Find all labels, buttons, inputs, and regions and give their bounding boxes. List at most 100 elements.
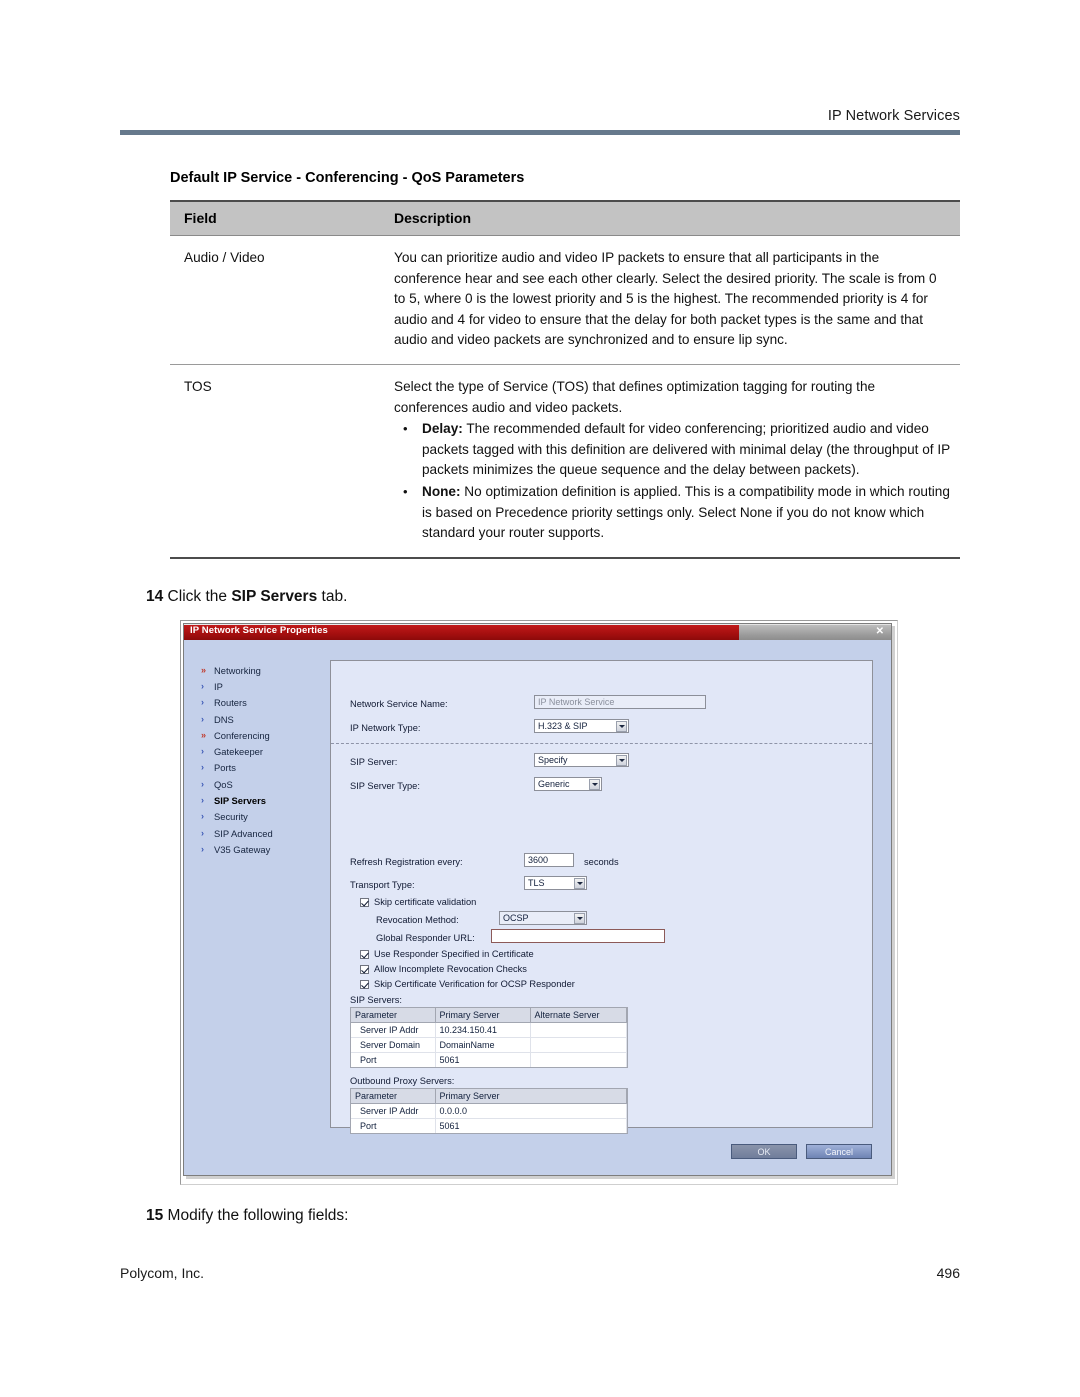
sidebar-item-sip-servers[interactable]: › SIP Servers (201, 792, 327, 808)
sip-server-select[interactable]: Specify (534, 753, 629, 767)
grid-header-row: Parameter Primary Server (351, 1089, 627, 1104)
page-footer: Polycom, Inc. 496 (120, 1265, 960, 1281)
grid-column-parameter: Parameter (351, 1089, 436, 1104)
checkbox-label: Use Responder Specified in Certificate (374, 949, 534, 959)
use-responder-specified-checkbox[interactable]: Use Responder Specified in Certificate (360, 949, 534, 959)
transport-type-label: Transport Type: (350, 880, 415, 890)
grid-column-alternate-server: Alternate Server (530, 1008, 627, 1023)
ok-button[interactable]: OK (731, 1144, 797, 1159)
sip-server-type-label: SIP Server Type: (350, 781, 420, 791)
sidebar-item-dns[interactable]: › DNS (201, 711, 327, 727)
chevron-right-icon: › (201, 827, 204, 838)
checkbox-label: Allow Incomplete Revocation Checks (374, 964, 527, 974)
grid-cell-alternate (530, 1022, 627, 1038)
table-header-row: Field Description (170, 200, 960, 236)
chevron-right-icon: › (201, 811, 204, 822)
sip-server-type-select[interactable]: Generic (534, 777, 602, 791)
step-15: 15 Modify the following fields: (146, 1207, 348, 1225)
transport-type-select[interactable]: TLS (524, 876, 587, 890)
sidebar-item-security[interactable]: › Security (201, 809, 327, 825)
step-14-bold-term: SIP Servers (231, 588, 318, 605)
list-item: • None: No optimization definition is app… (394, 482, 950, 544)
table-row[interactable]: Port 5061 (351, 1118, 627, 1133)
header-rule (120, 130, 960, 135)
network-service-name-field[interactable]: IP Network Service (534, 695, 706, 709)
sidebar-item-label: Ports (214, 762, 236, 774)
grid-cell-parameter: Server IP Addr (351, 1103, 436, 1119)
ip-network-type-value: H.323 & SIP (538, 721, 588, 731)
revocation-method-value: OCSP (503, 913, 529, 923)
refresh-registration-label: Refresh Registration every: (350, 857, 463, 867)
checkbox-checked-icon (360, 979, 369, 989)
sip-servers-grid[interactable]: Parameter Primary Server Alternate Serve… (350, 1007, 628, 1068)
cancel-button[interactable]: Cancel (806, 1144, 872, 1159)
grid-cell-parameter: Port (351, 1052, 436, 1067)
dialog-screenshot: IP Network Service Properties ✕ » Networ… (180, 620, 898, 1185)
column-header-description: Description (380, 200, 960, 236)
titlebar-gray-band (739, 624, 891, 640)
column-header-field: Field (170, 200, 380, 236)
qos-parameters-table: Field Description Audio / Video You can … (170, 200, 960, 559)
row-description: You can prioritize audio and video IP pa… (380, 235, 960, 365)
close-icon[interactable]: ✕ (876, 625, 884, 639)
outbound-proxy-servers-grid[interactable]: Parameter Primary Server Server IP Addr … (350, 1088, 628, 1134)
dialog-nav-pane: » Networking › IP › Routers › DNS » Conf… (184, 640, 327, 1175)
chevron-right-icon: › (201, 713, 204, 724)
sidebar-item-label: SIP Advanced (214, 827, 273, 839)
chevron-right-icon: › (201, 762, 204, 773)
double-chevron-icon: » (201, 729, 207, 740)
sidebar-item-conferencing[interactable]: » Conferencing (201, 727, 327, 743)
global-responder-url-input[interactable] (491, 929, 665, 943)
chevron-right-icon: › (201, 697, 204, 708)
sidebar-item-sip-advanced[interactable]: › SIP Advanced (201, 825, 327, 841)
table-row[interactable]: Server Domain DomainName (351, 1037, 627, 1053)
sidebar-item-gatekeeper[interactable]: › Gatekeeper (201, 743, 327, 759)
bullet-text: No optimization definition is applied. T… (422, 483, 950, 541)
skip-ocsp-verification-checkbox[interactable]: Skip Certificate Verification for OCSP R… (360, 979, 575, 989)
step-15-number: 15 (146, 1207, 164, 1224)
chevron-right-icon: › (201, 778, 204, 789)
footer-page-number: 496 (936, 1265, 960, 1281)
chevron-down-icon[interactable] (616, 755, 627, 766)
sidebar-item-label: V35 Gateway (214, 843, 271, 855)
sidebar-item-ports[interactable]: › Ports (201, 760, 327, 776)
sidebar-item-qos[interactable]: › QoS (201, 776, 327, 792)
sidebar-item-label: SIP Servers (214, 795, 266, 807)
table-row[interactable]: Server IP Addr 10.234.150.41 (351, 1022, 627, 1038)
page-header-title: IP Network Services (827, 108, 960, 124)
table-caption: Default IP Service - Conferencing - QoS … (170, 170, 525, 186)
revocation-method-select[interactable]: OCSP (499, 911, 587, 925)
skip-certificate-validation-checkbox[interactable]: Skip certificate validation (360, 897, 476, 907)
step-14-text-post: tab. (317, 588, 348, 605)
table-row[interactable]: Server IP Addr 0.0.0.0 (351, 1103, 627, 1119)
grid-cell-parameter: Server Domain (351, 1037, 436, 1053)
refresh-registration-input[interactable]: 3600 (524, 853, 574, 867)
chevron-down-icon[interactable] (616, 721, 627, 732)
proxy-grid-title: Outbound Proxy Servers: (350, 1076, 455, 1086)
ip-network-type-select[interactable]: H.323 & SIP (534, 719, 629, 733)
chevron-right-icon: › (201, 795, 204, 806)
step-14-number: 14 (146, 588, 164, 605)
sidebar-item-networking[interactable]: » Networking (201, 662, 327, 678)
sidebar-item-ip[interactable]: › IP (201, 678, 327, 694)
ip-network-service-properties-dialog: IP Network Service Properties ✕ » Networ… (183, 623, 892, 1176)
sidebar-item-routers[interactable]: › Routers (201, 695, 327, 711)
sidebar-item-label: DNS (214, 713, 234, 725)
table-row[interactable]: Port 5061 (351, 1052, 627, 1067)
checkbox-label: Skip certificate validation (374, 897, 477, 907)
row-field-name: Audio / Video (170, 235, 380, 365)
chevron-down-icon[interactable] (574, 878, 585, 889)
chevron-down-icon[interactable] (574, 913, 585, 924)
sidebar-item-label: IP (214, 680, 223, 692)
sidebar-item-label: QoS (214, 778, 233, 790)
checkbox-checked-icon (360, 897, 369, 907)
sidebar-item-v35-gateway[interactable]: › V35 Gateway (201, 841, 327, 857)
grid-cell-primary: DomainName (435, 1037, 531, 1053)
sip-servers-grid-title: SIP Servers: (350, 995, 403, 1005)
allow-incomplete-revocation-checkbox[interactable]: Allow Incomplete Revocation Checks (360, 964, 527, 974)
sidebar-item-label: Networking (214, 664, 261, 676)
bullet-term: None (422, 483, 456, 499)
row-description-intro: Select the type of Service (TOS) that de… (394, 378, 876, 415)
chevron-down-icon[interactable] (589, 779, 600, 790)
page-header: IP Network Services (120, 108, 960, 135)
